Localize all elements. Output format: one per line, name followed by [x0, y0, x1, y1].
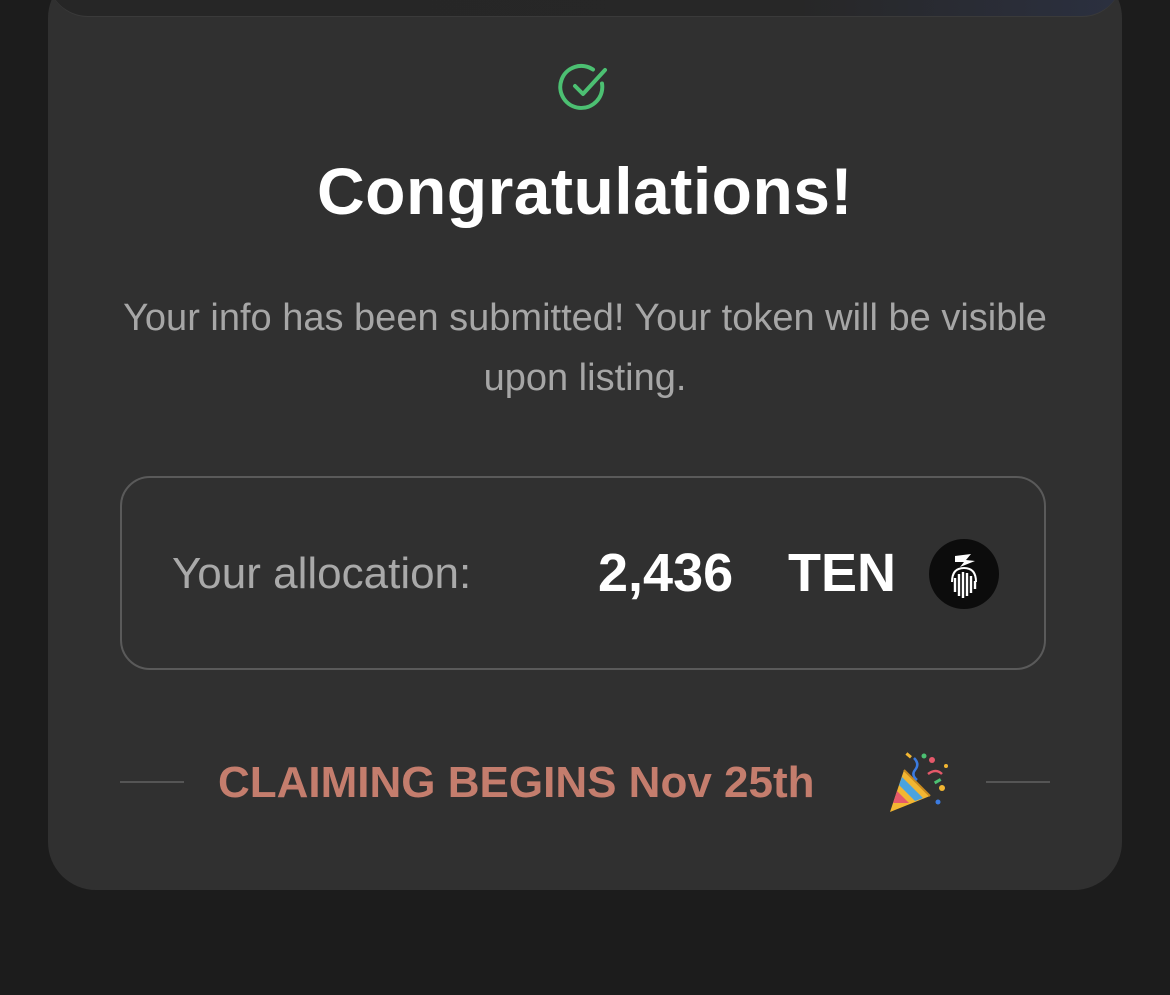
allocation-label: Your allocation:: [172, 549, 472, 598]
divider-right: [986, 781, 1050, 783]
allocation-unit: TEN: [788, 543, 896, 603]
party-popper-icon: [890, 752, 948, 812]
ten-token-icon: [929, 539, 999, 609]
allocation-amount: 2,436: [598, 543, 734, 603]
submission-message: Your info has been submitted! Your token…: [123, 297, 1047, 399]
allocation-box: Your allocation: 2,436 TEN: [120, 476, 1046, 670]
page: Congratulations! Your info has been subm…: [0, 0, 1170, 995]
check-circle-icon: [558, 63, 607, 110]
divider-left: [120, 781, 184, 783]
page-title: Congratulations!: [317, 154, 853, 228]
claim-date-banner: CLAIMING BEGINS Nov 25th: [218, 758, 815, 807]
previous-panel-edge: [48, 0, 1122, 17]
